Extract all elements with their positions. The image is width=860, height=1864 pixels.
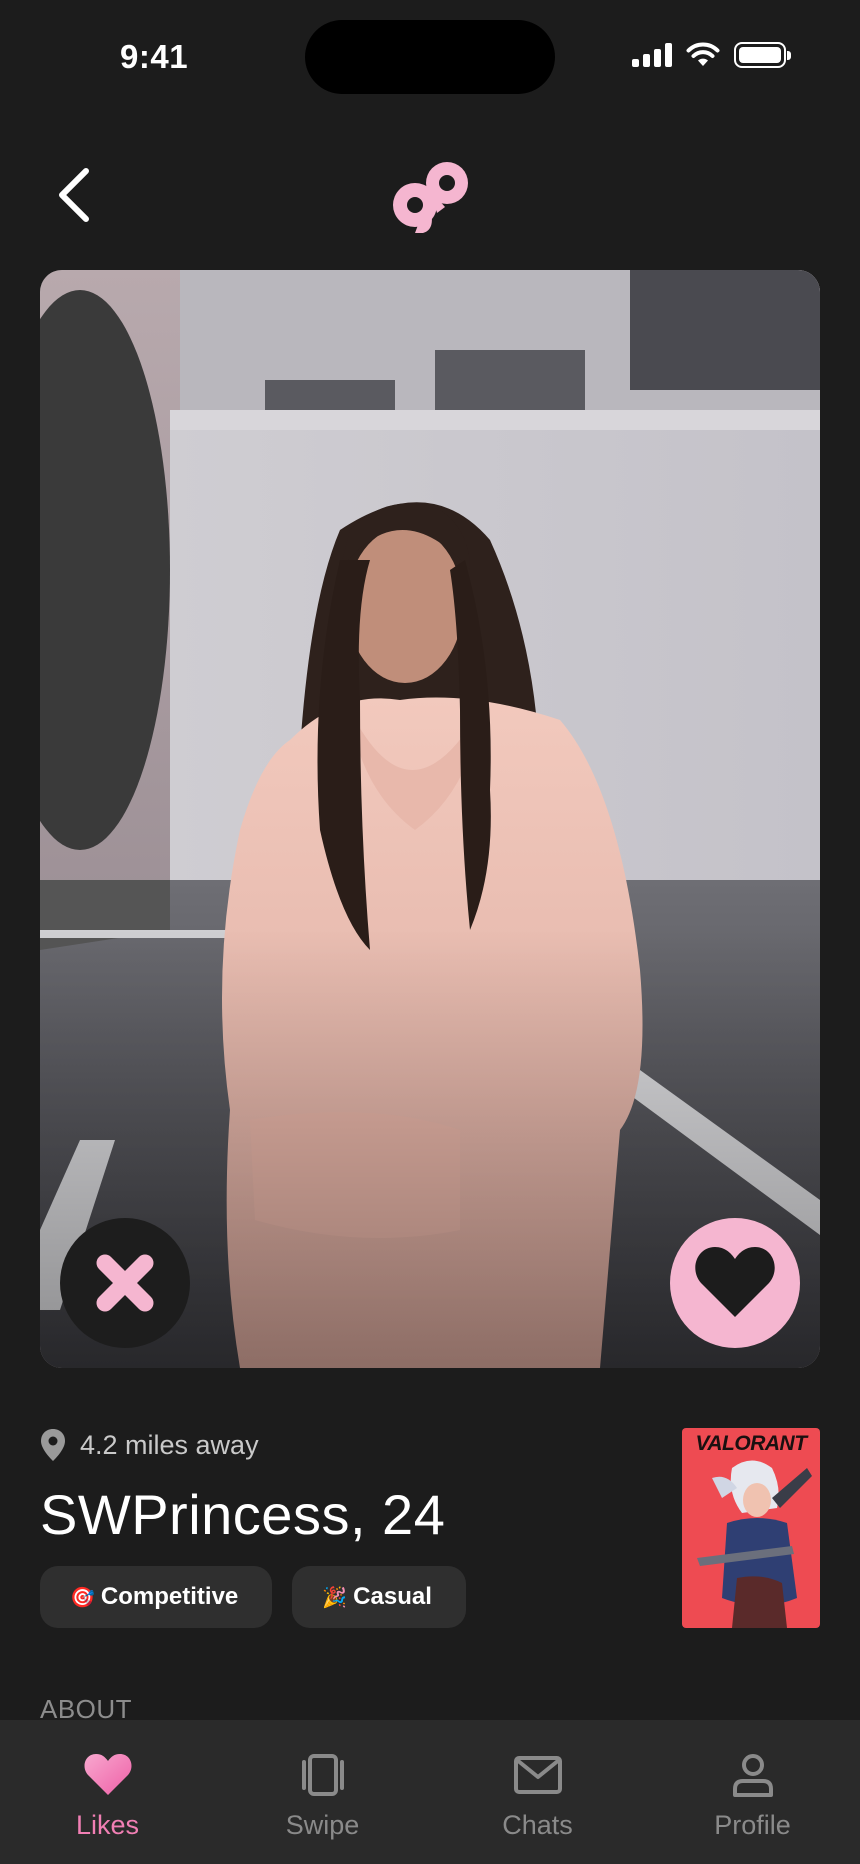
dislike-button[interactable] <box>60 1218 190 1348</box>
target-icon: 🎯 <box>70 1586 95 1609</box>
distance-text: 4.2 miles away <box>80 1429 259 1460</box>
cards-icon <box>301 1754 344 1796</box>
tags-row: 🎯 Competitive 🎉 Casual <box>40 1566 466 1628</box>
nav-label-swipe: Swipe <box>285 1810 360 1840</box>
chevron-left-icon <box>59 168 89 222</box>
battery-icon <box>734 42 791 68</box>
tag-label: Casual <box>353 1583 432 1610</box>
app-logo <box>393 162 468 233</box>
party-popper-icon: 🎉 <box>322 1586 348 1609</box>
bottom-nav: Likes Swipe Chats Profile <box>0 1720 860 1864</box>
nav-item-swipe[interactable]: Swipe <box>215 1720 430 1864</box>
nav-item-likes[interactable]: Likes <box>0 1720 215 1864</box>
game-cover-art <box>682 1428 820 1628</box>
like-button[interactable] <box>670 1218 800 1348</box>
dynamic-island <box>305 20 555 94</box>
status-icons <box>632 42 791 68</box>
nav-label-profile: Profile <box>714 1810 791 1840</box>
heart-icon <box>695 1247 775 1317</box>
heart-icon <box>84 1754 131 1795</box>
close-icon <box>96 1254 154 1312</box>
back-button[interactable] <box>44 160 104 230</box>
tag-label: Competitive <box>100 1583 239 1610</box>
status-time: 9:41 <box>120 38 189 75</box>
game-thumbnail[interactable]: VALORANT <box>682 1428 820 1628</box>
game-title: VALORANT <box>695 1432 807 1455</box>
wifi-icon <box>686 42 720 66</box>
distance-row: 4.2 miles away <box>40 1428 259 1462</box>
nav-label-likes: Likes <box>75 1810 140 1840</box>
nav-item-chats[interactable]: Chats <box>430 1720 645 1864</box>
nav-item-profile[interactable]: Profile <box>645 1720 860 1864</box>
status-bar: 9:41 <box>0 0 860 120</box>
tag-casual[interactable]: 🎉 Casual <box>292 1566 466 1628</box>
profile-name: SWPrincess, 24 <box>40 1483 446 1546</box>
mail-icon <box>513 1756 562 1794</box>
profile-photo-card[interactable] <box>40 270 820 1368</box>
location-pin-icon <box>41 1429 65 1461</box>
tag-competitive[interactable]: 🎯 Competitive <box>40 1566 273 1628</box>
nav-label-chats: Chats <box>502 1810 573 1840</box>
signal-icon <box>632 43 672 67</box>
person-icon <box>732 1754 773 1797</box>
profile-photo <box>40 270 820 1368</box>
